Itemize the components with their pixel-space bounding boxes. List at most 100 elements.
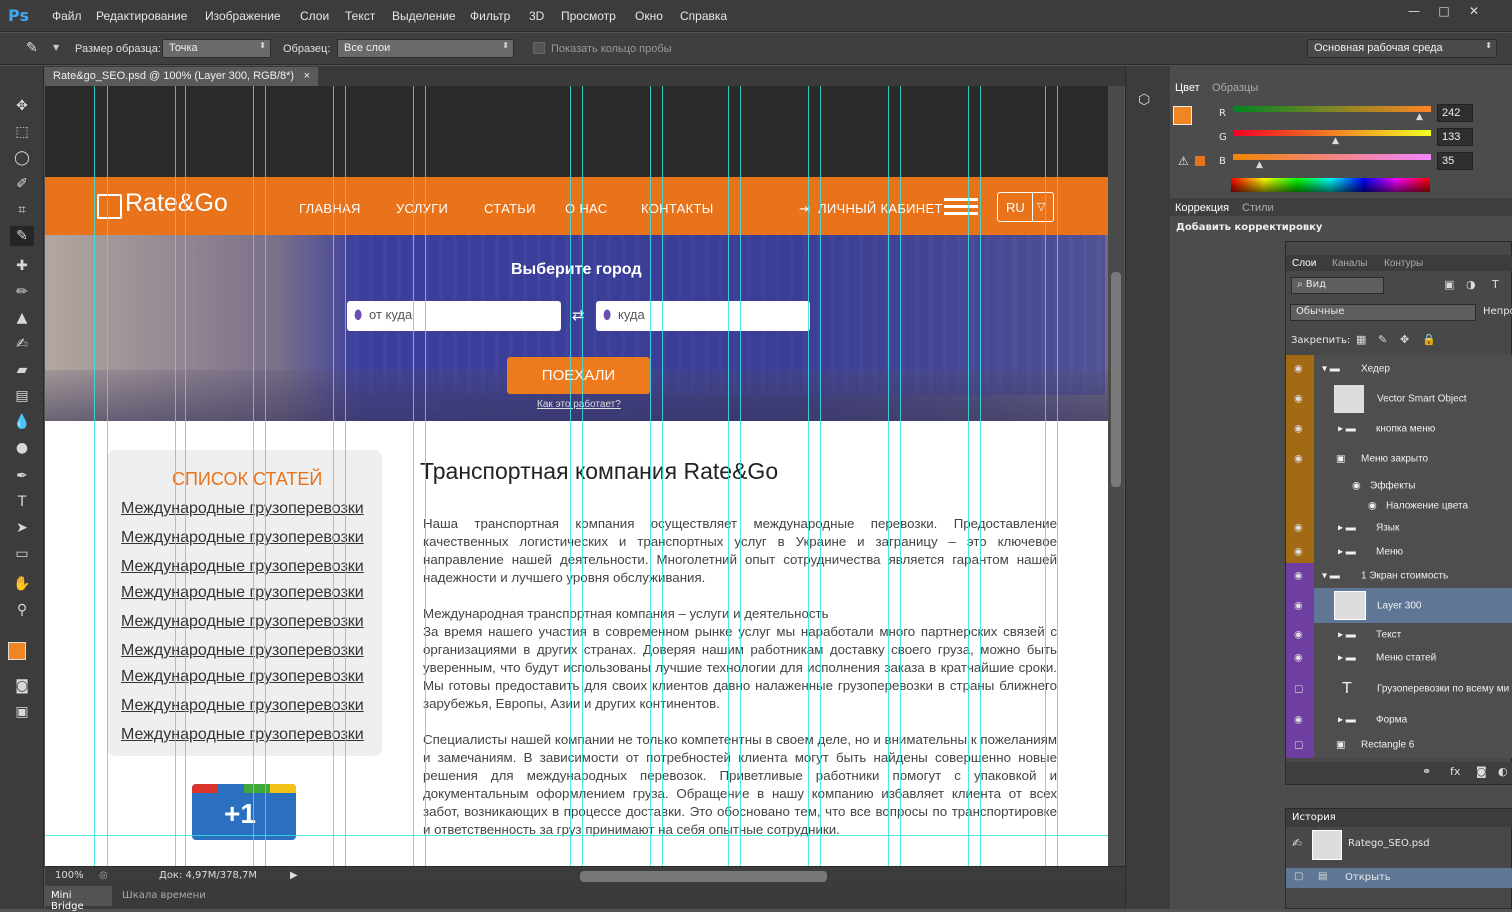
article-link[interactable]: Международные грузоперевозки bbox=[121, 500, 364, 518]
r-slider-handle[interactable]: ▲ bbox=[1416, 112, 1423, 122]
checkbox-icon[interactable]: ▢ bbox=[1294, 871, 1303, 882]
layer-row[interactable]: ◉ Наложение цвета bbox=[1286, 496, 1512, 516]
dodge-tool-icon[interactable]: ● bbox=[10, 438, 34, 458]
g-slider-handle[interactable]: ▲ bbox=[1332, 136, 1339, 146]
tab-paths[interactable]: Контуры bbox=[1384, 258, 1423, 269]
go-button[interactable]: ПОЕХАЛИ bbox=[507, 357, 650, 394]
close-icon[interactable]: ✕ bbox=[1463, 4, 1485, 18]
layer-row[interactable]: ◉ ▸ ▬ Меню статей bbox=[1286, 646, 1512, 670]
brush-tool-icon[interactable]: ✏ bbox=[10, 282, 34, 302]
lock-transparency-icon[interactable]: ▦ bbox=[1356, 333, 1366, 346]
canvas[interactable]: Rate&Go RU ▽ ГЛАВНАЯ УСЛУГИ СТАТЬИ О НАС… bbox=[45, 86, 1108, 866]
quick-mask-icon[interactable]: ◙ bbox=[10, 676, 34, 696]
tab-mini-bridge[interactable]: Mini Bridge bbox=[45, 886, 112, 912]
r-slider[interactable] bbox=[1233, 106, 1431, 112]
tab-adjustments[interactable]: Коррекция bbox=[1175, 202, 1229, 214]
link-icon[interactable]: ⚭ bbox=[1422, 765, 1431, 778]
r-value[interactable]: 242 bbox=[1437, 104, 1473, 122]
eyedropper-icon[interactable]: ✎ bbox=[26, 40, 38, 56]
history-brush-icon[interactable]: ✍ bbox=[1292, 836, 1302, 850]
layer-row[interactable]: ▢ T Грузоперевозки по всему ми bbox=[1286, 670, 1512, 708]
blur-tool-icon[interactable]: 💧 bbox=[10, 412, 34, 432]
nav-about[interactable]: О НАС bbox=[565, 201, 607, 216]
lasso-tool-icon[interactable]: ◯ bbox=[10, 148, 34, 168]
eye-icon[interactable]: ◉ bbox=[1294, 715, 1303, 726]
stamp-tool-icon[interactable]: ▲ bbox=[10, 308, 34, 328]
screen-mode-icon[interactable]: ▣ bbox=[10, 702, 34, 722]
mask-icon[interactable]: ◙ bbox=[1476, 765, 1487, 778]
lock-all-icon[interactable]: 🔒 bbox=[1422, 333, 1436, 346]
history-brush-icon[interactable]: ✍ bbox=[10, 334, 34, 354]
layer-row[interactable]: ◉ ▸ ▬ Язык bbox=[1286, 516, 1512, 540]
layer-row[interactable]: ◉ Эффекты bbox=[1286, 476, 1512, 496]
vertical-scrollbar[interactable] bbox=[1108, 86, 1124, 866]
layer-row[interactable]: ◉ ▾ ▬ 1 Экран стоимость bbox=[1286, 563, 1512, 588]
layer-row-selected[interactable]: ◉ Layer 300 bbox=[1286, 588, 1512, 623]
article-link[interactable]: Международные грузоперевозки bbox=[121, 529, 364, 547]
layer-row[interactable]: ◉ ▾ ▬ Хедер bbox=[1286, 355, 1512, 382]
menu-filter[interactable]: Фильтр bbox=[470, 9, 510, 23]
menu-help[interactable]: Справка bbox=[680, 9, 727, 23]
document-tab[interactable]: Rate&go_SEO.psd @ 100% (Layer 300, RGB/8… bbox=[45, 67, 318, 86]
menu-edit[interactable]: Редактирование bbox=[96, 9, 187, 23]
horizontal-scroll-thumb[interactable] bbox=[580, 871, 827, 882]
article-link[interactable]: Международные грузоперевозки bbox=[121, 697, 364, 715]
gradient-tool-icon[interactable]: ▤ bbox=[10, 386, 34, 406]
eye-icon[interactable]: ◉ bbox=[1368, 501, 1377, 512]
tab-swatches[interactable]: Образцы bbox=[1212, 82, 1258, 94]
play-icon[interactable]: ▶ bbox=[290, 870, 298, 881]
eraser-tool-icon[interactable]: ▰ bbox=[10, 360, 34, 380]
minimize-icon[interactable]: — bbox=[1403, 4, 1425, 18]
nav-cabinet[interactable]: ЛИЧНЫЙ КАБИНЕТ bbox=[818, 201, 943, 216]
path-select-icon[interactable]: ➤ bbox=[10, 518, 34, 538]
layer-row[interactable]: ▢ ▣ Rectangle 6 bbox=[1286, 732, 1512, 758]
layer-row[interactable]: ◉ ▸ ▬ Форма bbox=[1286, 708, 1512, 732]
visibility-off-icon[interactable]: ▢ bbox=[1294, 684, 1303, 695]
lock-move-icon[interactable]: ✥ bbox=[1400, 333, 1409, 346]
snapshot-thumbnail[interactable] bbox=[1312, 830, 1342, 860]
crop-tool-icon[interactable]: ⌗ bbox=[10, 200, 34, 220]
layer-row[interactable]: ◉ ▣ Меню закрыто bbox=[1286, 442, 1512, 476]
layer-row[interactable]: ◉ ▸ ▬ кнопка меню bbox=[1286, 416, 1512, 442]
tab-channels[interactable]: Каналы bbox=[1332, 258, 1368, 269]
gamut-swatch[interactable] bbox=[1195, 156, 1205, 166]
from-input[interactable]: ⬮ от куда bbox=[347, 301, 561, 331]
scroll-thumb[interactable] bbox=[1111, 272, 1121, 487]
layer-filter-select[interactable]: ⌕ Вид bbox=[1291, 277, 1384, 294]
history-snapshot[interactable]: Ratego_SEO.psd bbox=[1348, 838, 1430, 849]
eye-icon[interactable]: ◉ bbox=[1294, 363, 1303, 374]
b-value[interactable]: 35 bbox=[1437, 152, 1473, 170]
foreground-color-swatch[interactable] bbox=[8, 642, 26, 660]
eye-icon[interactable]: ◉ bbox=[1352, 481, 1361, 492]
sample-size-select[interactable]: Точка ⬍ bbox=[162, 39, 271, 58]
menu-select[interactable]: Выделение bbox=[392, 9, 456, 23]
menu-view[interactable]: Просмотр bbox=[561, 9, 616, 23]
close-tab-icon[interactable]: × bbox=[304, 70, 310, 82]
menu-image[interactable]: Изображение bbox=[205, 9, 281, 23]
article-link[interactable]: Международные грузоперевозки bbox=[121, 584, 364, 602]
eye-icon[interactable]: ◉ bbox=[1294, 546, 1303, 557]
quick-select-tool-icon[interactable]: ✐ bbox=[10, 174, 34, 194]
eye-icon[interactable]: ◉ bbox=[1294, 394, 1303, 405]
tab-color[interactable]: Цвет bbox=[1175, 82, 1200, 94]
history-step-selected[interactable]: ▢ ▤ Открыть bbox=[1286, 868, 1512, 888]
menu-layers[interactable]: Слои bbox=[300, 9, 329, 23]
layer-row[interactable]: ◉ ▸ ▬ Меню bbox=[1286, 540, 1512, 563]
type-tool-icon[interactable]: T bbox=[10, 492, 34, 512]
hand-tool-icon[interactable]: ✋ bbox=[10, 574, 34, 594]
3d-icon[interactable]: ⬡ bbox=[1138, 92, 1150, 108]
nav-articles[interactable]: СТАТЬИ bbox=[484, 201, 536, 216]
workspace-select[interactable]: Основная рабочая среда ⬍ bbox=[1307, 39, 1497, 58]
nav-home[interactable]: ГЛАВНАЯ bbox=[299, 201, 361, 216]
sample-select[interactable]: Все слои ⬍ bbox=[337, 39, 514, 58]
color-spectrum[interactable] bbox=[1231, 178, 1430, 192]
layer-row[interactable]: ◉ Vector Smart Object bbox=[1286, 382, 1512, 416]
article-link[interactable]: Международные грузоперевозки bbox=[121, 726, 364, 744]
image-filter-icon[interactable]: ▣ bbox=[1444, 278, 1454, 291]
text-filter-icon[interactable]: T bbox=[1492, 278, 1499, 291]
menu-3d[interactable]: 3D bbox=[529, 9, 544, 23]
zoom-level[interactable]: 100% bbox=[55, 870, 84, 881]
menu-window[interactable]: Окно bbox=[635, 9, 663, 23]
marquee-tool-icon[interactable]: ⬚ bbox=[10, 122, 34, 142]
pen-tool-icon[interactable]: ✒ bbox=[10, 466, 34, 486]
